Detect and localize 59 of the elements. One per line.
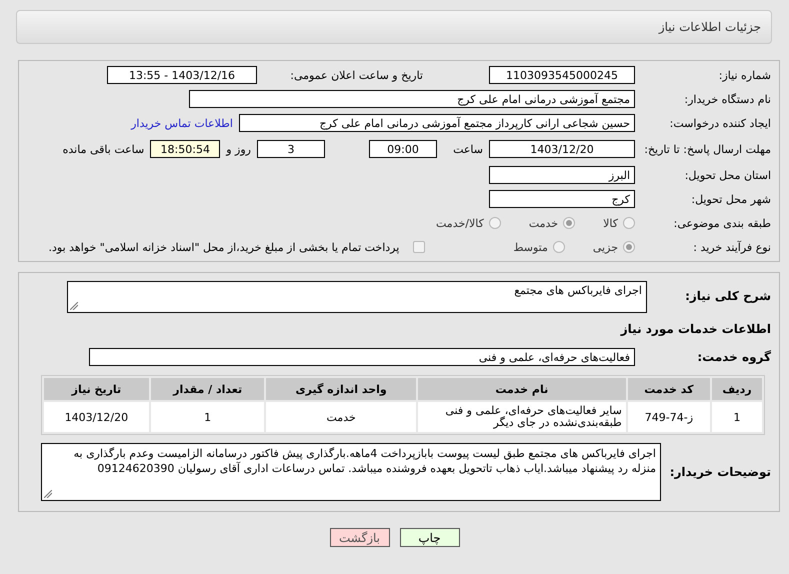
field-label: شهر محل تحویل: bbox=[690, 192, 771, 206]
days-label: روز و bbox=[226, 142, 251, 156]
resize-grip-icon[interactable] bbox=[70, 302, 78, 310]
field-label: شماره نیاز: bbox=[718, 68, 771, 82]
column-header: تاریخ نیاز bbox=[44, 378, 149, 400]
table-cell: خدمت bbox=[266, 402, 416, 432]
radio-button[interactable] bbox=[552, 241, 565, 253]
creator-field: حسین شجاعی ارانی کارپرداز مجتمع آموزشی درمانی امام علی کرج bbox=[239, 114, 635, 132]
radio-label: متوسط bbox=[513, 240, 548, 254]
announce-date-field: 1403/12/16 - 13:55 bbox=[107, 66, 257, 84]
notes-field[interactable]: اجرای فایرباکس های مجتمع طبق لیست پیوست بابازپرداخت 4ماهه.بارگذاری پیش فاکتور درسامانه الزامیست وعدم بارگذاری به منزله رد پیشنهاد میباشد.ایاب ذهاب تاتحویل بعهده فروشنده میباشد. تماس درساعات اداری آقای رسولیان 09124620390 bbox=[41, 443, 661, 501]
radio-button[interactable] bbox=[563, 217, 576, 229]
time-label: ساعت bbox=[452, 142, 483, 156]
radio-label: کالا/خدمت bbox=[436, 216, 484, 230]
radio-label: خدمت bbox=[528, 216, 558, 230]
radio-label: کالا bbox=[603, 216, 618, 230]
resize-grip-icon[interactable] bbox=[44, 490, 52, 498]
table-cell: 1 bbox=[712, 402, 762, 432]
page-title: جزئیات اطلاعات نیاز bbox=[658, 20, 761, 34]
column-header: کد خدمت bbox=[628, 378, 710, 400]
province-field: البرز bbox=[489, 166, 635, 184]
service-group-field: فعالیت‌های حرفه‌ای، علمی و فنی bbox=[89, 348, 635, 366]
column-header: ردیف bbox=[712, 378, 762, 400]
section-title: اطلاعات خدمات مورد نیاز bbox=[620, 322, 771, 336]
deadline-date-field: 1403/12/20 bbox=[489, 140, 635, 158]
remaining-label: ساعت باقی مانده bbox=[62, 142, 144, 156]
field-label: نوع فرآیند خرید : bbox=[692, 240, 771, 254]
description-field[interactable]: اجرای فایرباکس های مجتمع bbox=[67, 281, 647, 313]
table-cell: 1403/12/20 bbox=[44, 402, 149, 432]
remaining-time-field: 18:50:54 bbox=[150, 140, 220, 158]
field-label: طبقه بندی موضوعی: bbox=[672, 216, 771, 230]
back-button[interactable]: بازگشت bbox=[330, 528, 390, 547]
city-field: کرج bbox=[489, 190, 635, 208]
checkbox[interactable] bbox=[413, 241, 426, 253]
deadline-time-field: 09:00 bbox=[369, 140, 437, 158]
contact-link[interactable]: اطلاعات تماس خریدار bbox=[131, 116, 233, 130]
field-label: تاریخ و ساعت اعلان عمومی: bbox=[289, 68, 423, 82]
table-cell: ز-74-749 bbox=[628, 402, 710, 432]
column-header: واحد اندازه گیری bbox=[266, 378, 416, 400]
need-number-field: 1103093545000245 bbox=[489, 66, 635, 84]
column-header: نام خدمت bbox=[418, 378, 626, 400]
radio-label: جزیی bbox=[592, 240, 618, 254]
field-label: ایجاد کننده درخواست: bbox=[668, 116, 771, 130]
table-cell: 1 bbox=[150, 402, 264, 432]
field-label: شرح کلی نیاز: bbox=[684, 289, 771, 303]
field-label: نام دستگاه خریدار: bbox=[683, 92, 771, 106]
radio-button[interactable] bbox=[623, 241, 635, 253]
buyer-field: مجتمع آموزشی درمانی امام علی کرج bbox=[189, 90, 635, 108]
field-label: توضیحات خریدار: bbox=[668, 465, 771, 479]
radio-button[interactable] bbox=[623, 217, 635, 229]
field-label: مهلت ارسال پاسخ: تا تاریخ: bbox=[643, 142, 771, 156]
print-button[interactable]: چاپ bbox=[400, 528, 460, 547]
payment-note: پرداخت تمام یا بخشی از مبلغ خرید،از محل "اسناد خزانه اسلامی" خواهد بود. bbox=[48, 240, 400, 254]
table-cell: سایر فعالیت‌های حرفه‌ای، علمی و فنی طبقه‌بندی‌نشده در جای دیگر bbox=[418, 402, 626, 432]
field-label: استان محل تحویل: bbox=[684, 168, 771, 182]
field-label: گروه خدمت: bbox=[696, 350, 771, 364]
radio-button[interactable] bbox=[488, 217, 501, 229]
column-header: تعداد / مقدار bbox=[150, 378, 264, 400]
days-field: 3 bbox=[257, 140, 325, 158]
